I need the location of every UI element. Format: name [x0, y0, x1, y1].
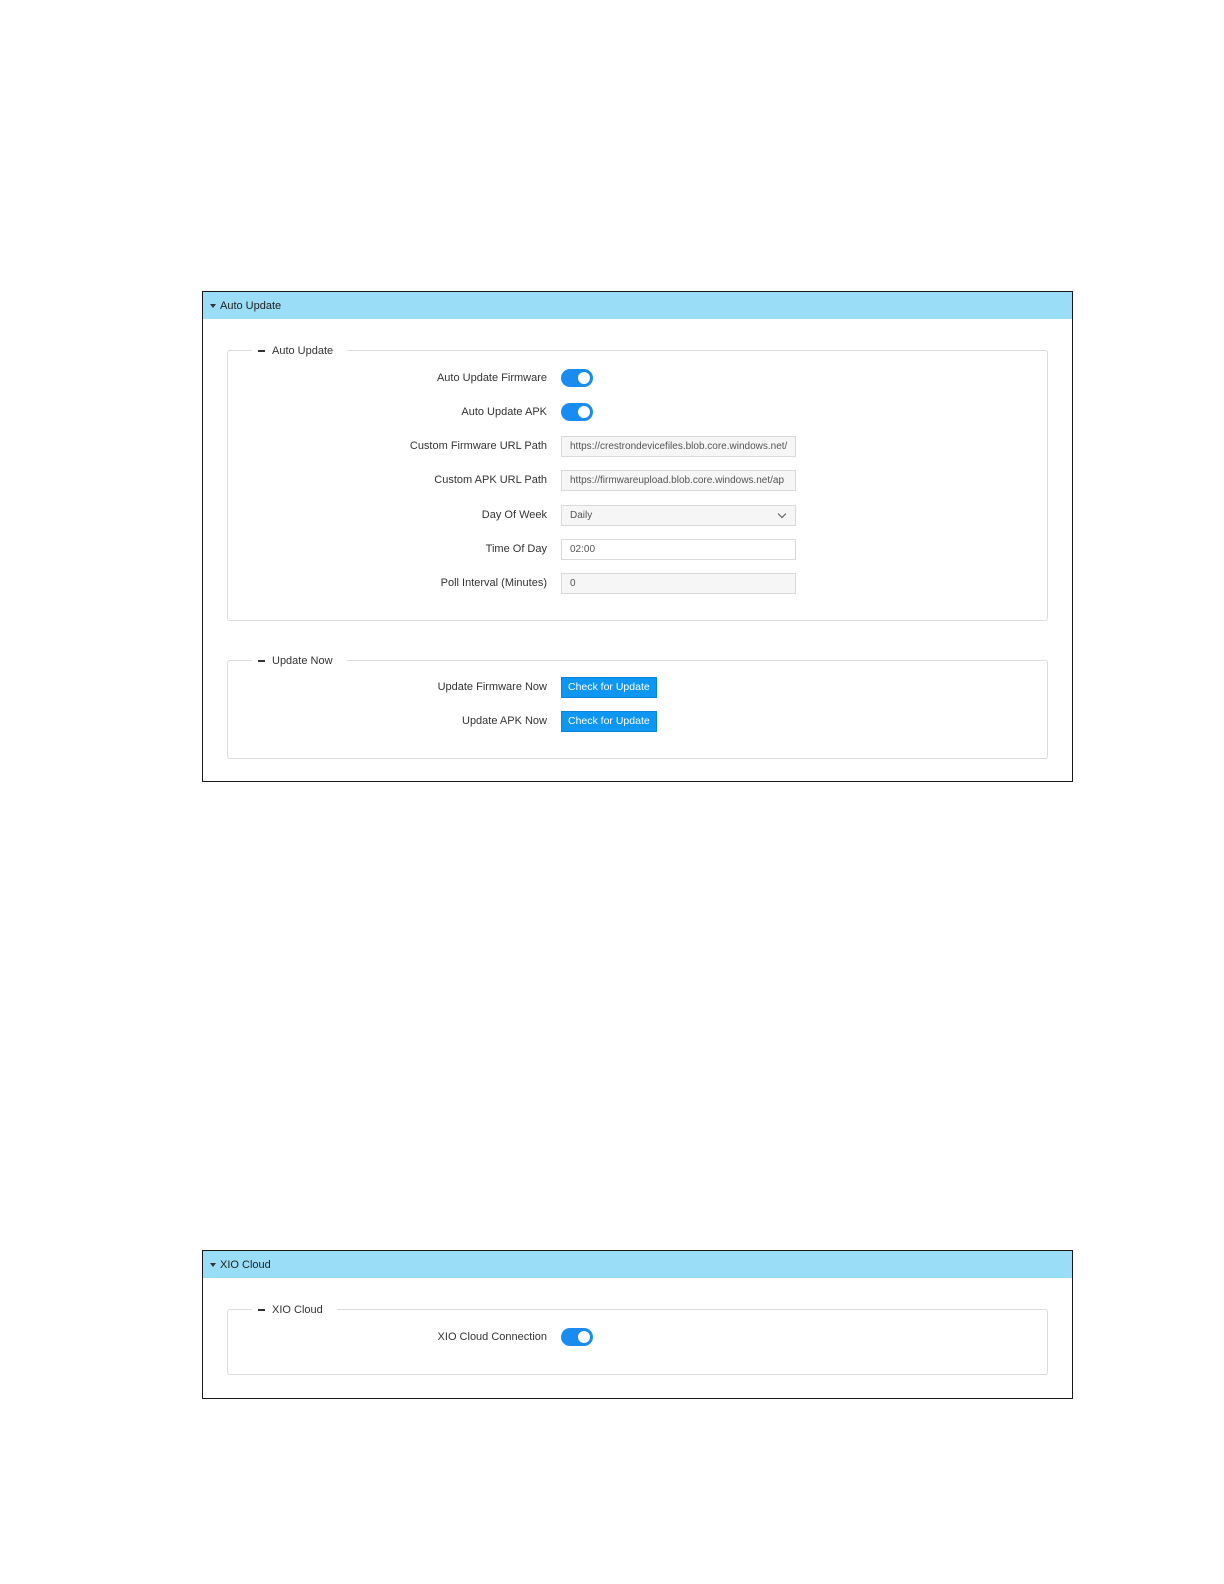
caret-down-icon — [210, 303, 216, 308]
custom-apk-url-input[interactable]: https://firmwareupload.blob.core.windows… — [561, 469, 796, 491]
xio-cloud-panel: XIO Cloud XIO Cloud XIO Cloud Connection — [202, 1250, 1073, 1399]
custom-firmware-url-row: Custom Firmware URL Path https://crestro… — [228, 435, 1047, 457]
auto-update-apk-toggle[interactable] — [561, 403, 593, 421]
collapse-minus-icon — [258, 660, 265, 662]
day-of-week-row: Day Of Week Daily — [228, 504, 1047, 526]
toggle-knob — [578, 406, 590, 418]
time-of-day-row: Time Of Day 02:00 — [228, 538, 1047, 560]
auto-update-apk-row: Auto Update APK — [228, 401, 1047, 423]
auto-update-fieldset: Auto Update Auto Update Firmware Auto Up… — [227, 343, 1048, 621]
time-of-day-input[interactable]: 02:00 — [561, 538, 796, 560]
auto-update-panel-header[interactable]: Auto Update — [203, 292, 1072, 319]
xio-cloud-connection-row: XIO Cloud Connection — [228, 1326, 1047, 1348]
auto-update-panel-title: Auto Update — [220, 299, 282, 312]
xio-cloud-fieldset: XIO Cloud XIO Cloud Connection — [227, 1302, 1048, 1375]
auto-update-apk-label: Auto Update APK — [461, 406, 547, 418]
check-firmware-update-button[interactable]: Check for Update — [561, 676, 657, 698]
update-firmware-now-label: Update Firmware Now — [437, 681, 547, 693]
check-apk-update-button[interactable]: Check for Update — [561, 710, 657, 732]
auto-update-firmware-row: Auto Update Firmware — [228, 367, 1047, 389]
custom-firmware-url-label: Custom Firmware URL Path — [409, 440, 547, 452]
xio-cloud-panel-header[interactable]: XIO Cloud — [203, 1251, 1072, 1278]
auto-update-legend[interactable]: Auto Update — [252, 343, 348, 359]
caret-down-icon — [210, 1262, 216, 1267]
collapse-minus-icon — [258, 1309, 265, 1311]
day-of-week-select[interactable]: Daily — [561, 504, 796, 526]
update-firmware-now-row: Update Firmware Now Check for Update — [228, 676, 1047, 698]
auto-update-panel: Auto Update Auto Update Auto Update Firm… — [202, 291, 1073, 782]
custom-firmware-url-input[interactable]: https://crestrondevicefiles.blob.core.wi… — [561, 435, 796, 457]
update-now-legend[interactable]: Update Now — [252, 653, 347, 669]
custom-apk-url-row: Custom APK URL Path https://firmwareuplo… — [228, 469, 1047, 491]
update-apk-now-row: Update APK Now Check for Update — [228, 710, 1047, 732]
auto-update-legend-label: Auto Update — [272, 345, 334, 357]
xio-cloud-legend-label: XIO Cloud — [272, 1304, 323, 1316]
day-of-week-label: Day Of Week — [481, 509, 547, 521]
poll-interval-label: Poll Interval (Minutes) — [440, 577, 547, 589]
xio-cloud-connection-toggle[interactable] — [561, 1328, 593, 1346]
toggle-knob — [578, 1331, 590, 1343]
poll-interval-row: Poll Interval (Minutes) 0 — [228, 572, 1047, 594]
collapse-minus-icon — [258, 350, 265, 352]
update-now-legend-label: Update Now — [272, 655, 333, 667]
time-of-day-label: Time Of Day — [485, 543, 547, 555]
xio-cloud-panel-title: XIO Cloud — [220, 1258, 271, 1271]
update-apk-now-label: Update APK Now — [462, 715, 547, 727]
auto-update-firmware-label: Auto Update Firmware — [436, 372, 547, 384]
toggle-knob — [578, 372, 590, 384]
auto-update-firmware-toggle[interactable] — [561, 369, 593, 387]
xio-cloud-connection-label: XIO Cloud Connection — [437, 1331, 547, 1343]
custom-apk-url-label: Custom APK URL Path — [434, 474, 547, 486]
poll-interval-input[interactable]: 0 — [561, 572, 796, 594]
day-of-week-value: Daily — [570, 509, 593, 521]
xio-cloud-legend[interactable]: XIO Cloud — [252, 1302, 337, 1318]
chevron-down-icon — [777, 509, 787, 518]
update-now-fieldset: Update Now Update Firmware Now Check for… — [227, 653, 1048, 759]
